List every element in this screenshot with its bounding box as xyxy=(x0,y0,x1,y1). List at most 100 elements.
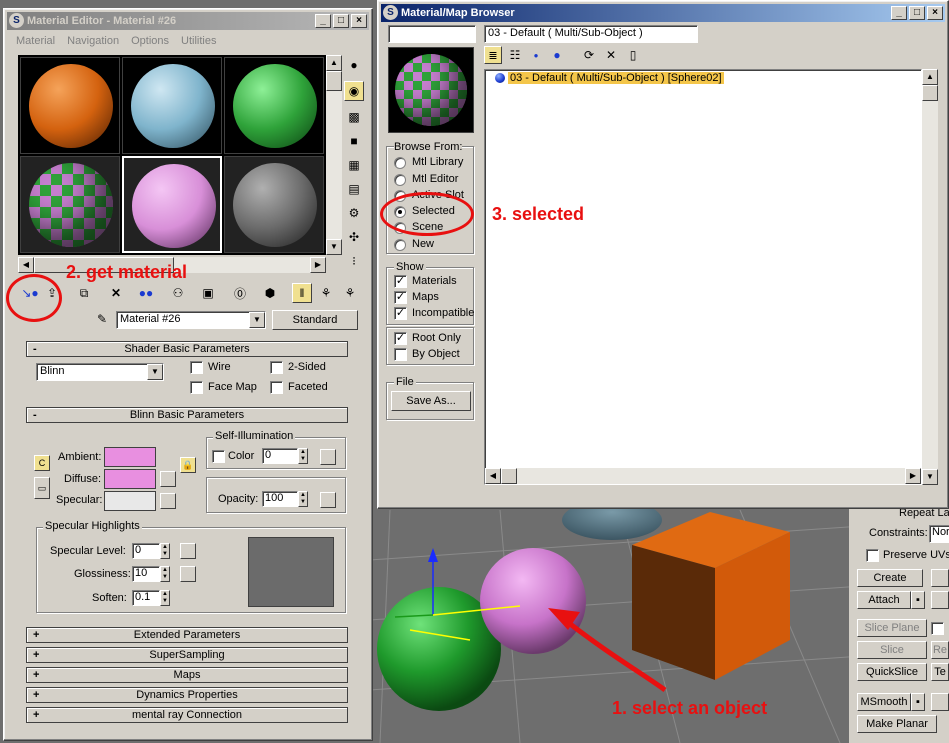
view-large-icons-icon[interactable]: ● xyxy=(548,45,566,65)
materials-checkbox[interactable]: ✓ xyxy=(394,275,407,288)
menu-navigation[interactable]: Navigation xyxy=(67,35,119,47)
faceted-checkbox[interactable] xyxy=(270,381,283,394)
scroll-down-button[interactable]: ▼ xyxy=(922,469,938,485)
scroll-up-button[interactable]: ▲ xyxy=(326,55,342,71)
pick-material-icon[interactable]: ✎ xyxy=(92,309,112,329)
minimize-button[interactable]: _ xyxy=(891,6,907,20)
list-horizontal-scrollbar[interactable]: ◀ ▶ xyxy=(485,468,921,484)
diffuse-map-button[interactable] xyxy=(160,471,176,487)
sample-slot[interactable] xyxy=(224,57,324,154)
attach-list-button[interactable] xyxy=(931,591,949,609)
new-radio[interactable] xyxy=(394,239,406,251)
sample-slot-active[interactable] xyxy=(122,156,222,253)
attach-settings-button[interactable]: ▪ xyxy=(911,591,925,609)
supersampling-rollout[interactable]: + SuperSampling xyxy=(26,647,348,663)
save-as-button[interactable]: Save As... xyxy=(391,391,471,411)
chevron-down-icon[interactable]: ▼ xyxy=(147,364,163,380)
reset-plane-button[interactable]: Re xyxy=(931,641,949,659)
glossiness-input[interactable]: 10 xyxy=(132,566,160,582)
mtl-library-radio[interactable] xyxy=(394,157,406,169)
two-sided-checkbox[interactable] xyxy=(270,361,283,374)
hscroll-thumb[interactable] xyxy=(501,468,517,484)
menu-utilities[interactable]: Utilities xyxy=(181,35,216,47)
specular-level-spinner[interactable]: ▲ ▼ xyxy=(160,543,170,559)
quickslice-button[interactable]: QuickSlice xyxy=(857,663,927,681)
preserve-uvs-checkbox[interactable] xyxy=(866,549,879,562)
assign-material-icon[interactable]: ⧉ xyxy=(74,283,94,303)
shader-dropdown[interactable]: Blinn ▼ xyxy=(36,363,164,381)
view-list-icon[interactable]: ≣ xyxy=(484,46,502,64)
minimize-button[interactable]: _ xyxy=(315,14,331,28)
sample-uv-tiling-icon[interactable]: ■ xyxy=(344,131,364,151)
maximize-button[interactable]: □ xyxy=(333,14,349,28)
opacity-input[interactable]: 100 xyxy=(262,491,298,507)
make-unique-icon[interactable]: ⚇ xyxy=(168,283,188,303)
go-forward-sibling-icon[interactable]: ⚘ xyxy=(340,283,360,303)
sample-slot[interactable] xyxy=(224,156,324,253)
scroll-left-button[interactable]: ◀ xyxy=(18,257,34,273)
attach-button[interactable]: Attach xyxy=(857,591,911,609)
make-planar-button[interactable]: Make Planar xyxy=(857,715,937,733)
scroll-right-button[interactable]: ▶ xyxy=(905,468,921,484)
by-object-checkbox[interactable] xyxy=(394,348,407,361)
constraints-dropdown[interactable]: Nor xyxy=(929,525,949,543)
make-copy-icon[interactable]: ●● xyxy=(136,283,156,303)
delete-from-library-icon[interactable]: ✕ xyxy=(602,45,620,65)
show-end-result-icon[interactable]: ‖ xyxy=(292,283,312,303)
slice-button[interactable]: Slice xyxy=(857,641,927,659)
maps-checkbox[interactable]: ✓ xyxy=(394,291,407,304)
self-illum-input[interactable]: 0 xyxy=(262,448,298,464)
list-vertical-scrollbar[interactable]: ▲ ▼ xyxy=(922,69,938,485)
material-effects-channel-icon[interactable]: ⓪ xyxy=(230,283,250,303)
menu-options[interactable]: Options xyxy=(131,35,169,47)
self-illum-map-button[interactable] xyxy=(320,449,336,465)
browser-search-input[interactable] xyxy=(388,25,476,43)
sample-slot[interactable] xyxy=(20,57,120,154)
lock-ambient-diffuse-icon[interactable]: C xyxy=(34,455,50,471)
msmooth-settings-button[interactable]: ▪ xyxy=(911,693,925,711)
close-button[interactable]: × xyxy=(351,14,367,28)
sample-slot[interactable] xyxy=(122,57,222,154)
extended-parameters-rollout[interactable]: + Extended Parameters xyxy=(26,627,348,643)
material-name-dropdown[interactable]: Material #26 ▼ xyxy=(116,311,266,329)
clear-library-icon[interactable]: ▯ xyxy=(624,45,642,65)
tessellate-button[interactable] xyxy=(931,693,949,711)
scroll-left-button[interactable]: ◀ xyxy=(485,468,501,484)
lock-icon[interactable]: 🔒 xyxy=(180,457,196,473)
show-map-icon[interactable]: ⬢ xyxy=(260,283,280,303)
mental-ray-connection-rollout[interactable]: + mental ray Connection xyxy=(26,707,348,723)
view-small-icons-icon[interactable]: ● xyxy=(528,45,544,65)
opacity-map-button[interactable] xyxy=(320,492,336,508)
chevron-down-icon[interactable]: ▼ xyxy=(249,312,265,328)
self-illum-spinner[interactable]: ▲ ▼ xyxy=(298,448,308,464)
browser-name-field[interactable]: 03 - Default ( Multi/Sub-Object ) xyxy=(484,25,698,43)
sample-slot[interactable] xyxy=(20,156,120,253)
update-scene-materials-icon[interactable]: ⟳ xyxy=(580,45,598,65)
specular-level-map-button[interactable] xyxy=(180,543,196,559)
backlight-icon[interactable]: ◉ xyxy=(344,81,364,101)
specular-swatch[interactable] xyxy=(104,491,156,511)
glossiness-spinner[interactable]: ▲ ▼ xyxy=(160,566,170,582)
glossiness-map-button[interactable] xyxy=(180,566,196,582)
scroll-down-button[interactable]: ▼ xyxy=(326,239,342,255)
create-button[interactable]: Create xyxy=(857,569,923,587)
browser-titlebar[interactable]: S Material/Map Browser _ □ × xyxy=(381,4,945,22)
diffuse-swatch[interactable] xyxy=(104,469,156,489)
vscroll-thumb[interactable] xyxy=(922,85,938,101)
dynamics-properties-rollout[interactable]: + Dynamics Properties xyxy=(26,687,348,703)
maximize-button[interactable]: □ xyxy=(909,6,925,20)
incompatible-checkbox[interactable]: ✓ xyxy=(394,307,407,320)
shader-basic-rollout[interactable]: - Shader Basic Parameters xyxy=(26,341,348,357)
slots-vertical-scrollbar[interactable]: ▲ ▼ xyxy=(326,55,342,255)
material-navigator-icon[interactable]: ⁝ xyxy=(344,251,364,271)
select-by-material-icon[interactable]: ✣ xyxy=(344,227,364,247)
scroll-up-button[interactable]: ▲ xyxy=(922,69,938,85)
view-list-icons-icon[interactable]: ☷ xyxy=(506,45,524,65)
material-list[interactable]: 03 - Default ( Multi/Sub-Object ) [Spher… xyxy=(484,69,922,485)
self-illum-color-checkbox[interactable] xyxy=(212,450,225,463)
msmooth-button[interactable]: MSmooth xyxy=(857,693,911,711)
options-icon[interactable]: ⚙ xyxy=(344,203,364,223)
lock-ambient-icon[interactable]: ▭ xyxy=(34,477,50,499)
cut-button[interactable]: Te xyxy=(931,663,949,681)
create-settings-button[interactable] xyxy=(931,569,949,587)
